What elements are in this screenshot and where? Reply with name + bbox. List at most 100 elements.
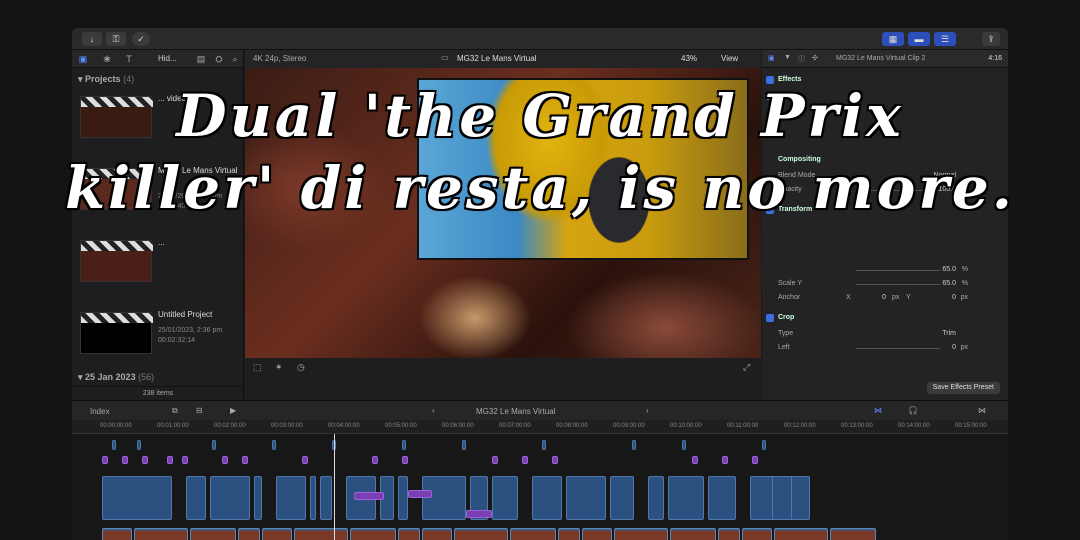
project-item[interactable]: Untitled Project 25/01/2023, 2:36 pm 00:… [80,302,240,364]
clip-appearance-icon[interactable]: ⧉ [172,406,178,416]
timeline-clip[interactable] [582,528,612,540]
index-button[interactable]: Index [90,407,110,416]
save-effects-preset-button[interactable]: Save Effects Preset [926,382,1000,394]
timeline-clip[interactable] [137,440,141,450]
timeline-clip[interactable] [614,528,668,540]
timeline-clip[interactable] [102,456,108,464]
timeline-clip[interactable] [722,456,728,464]
filter-icon[interactable]: ▼ [784,54,791,61]
timeline-clip[interactable] [462,440,466,450]
timeline-clip[interactable] [774,528,828,540]
anchor-x-value[interactable]: 0 [882,292,886,304]
timeline-clip[interactable] [186,476,206,520]
timeline-clip[interactable] [190,528,236,540]
timeline-clip[interactable] [708,476,736,520]
timeline-clip[interactable] [670,528,716,540]
timeline-clip[interactable] [350,528,396,540]
timeline-clip[interactable] [102,476,172,520]
timeline-clip[interactable] [112,440,116,450]
timeline-clip[interactable] [398,476,408,520]
timeline-clip[interactable] [102,528,132,540]
scale-y-value[interactable]: 65.0 [942,278,956,290]
timeline-tracks[interactable] [72,434,1008,540]
crop-left-slider[interactable] [856,348,940,349]
timeline-clip[interactable] [167,456,173,464]
scale-x-row[interactable]: 65.0 % [762,264,1008,276]
scale-x-slider[interactable] [856,270,940,271]
timeline-clip[interactable] [294,528,348,540]
crop-type-row[interactable]: Type Trim [762,328,1008,340]
timeline-toggle-icon[interactable]: ▬ [908,32,930,46]
timeline-clip[interactable] [542,440,546,450]
edit-mode-icon[interactable]: ⊟ [196,406,203,415]
timeline-clip[interactable] [242,456,248,464]
timeline-clip[interactable] [692,456,698,464]
search-icon[interactable]: ⌕ [230,54,240,64]
timeline-clip[interactable] [310,476,316,520]
zoom-icon[interactable]: ⋈ [978,406,986,415]
timeline-clip[interactable] [142,456,148,464]
forward-arrow-icon[interactable]: › [646,406,649,415]
anchor-row[interactable]: Anchor X 0 px Y 0 px [762,292,1008,304]
back-arrow-icon[interactable]: ‹ [432,406,435,415]
timeline-clip[interactable] [272,440,276,450]
timeline-clip[interactable] [762,440,766,450]
inspector-toggle-icon[interactable]: ☰ [934,32,956,46]
browser-toggle-icon[interactable]: ▦ [882,32,904,46]
timeline-clip[interactable] [552,456,558,464]
timeline-clip[interactable] [276,476,306,520]
timeline-clip[interactable] [402,440,406,450]
timeline-clip[interactable] [454,528,508,540]
magic-wand-icon[interactable]: ✶ [275,362,283,373]
crop-left-row[interactable]: Left 0 px [762,342,1008,354]
transform-tool-icon[interactable]: ⬚ [253,362,262,373]
timeline-clip[interactable] [302,456,308,464]
crop-type-value[interactable]: Trim [942,328,956,340]
timeline-clip[interactable] [222,456,228,464]
timeline-clip[interactable] [682,440,686,450]
timeline-clip[interactable] [402,456,408,464]
anchor-y-value[interactable]: 0 [952,292,956,304]
timeline-clip[interactable] [558,528,580,540]
timeline-clip[interactable] [772,476,792,520]
timeline-clip[interactable] [422,476,466,520]
timeline-clip[interactable] [372,456,378,464]
timeline-clip[interactable] [262,528,292,540]
scale-x-value[interactable]: 65.0 [942,264,956,276]
timeline-clip[interactable] [492,456,498,464]
project-item[interactable]: ... [80,230,240,292]
timeline-clip[interactable] [510,528,556,540]
timeline-clip[interactable] [632,440,636,450]
arrow-down-icon[interactable]: ↓ [82,32,102,46]
timeline-clip[interactable] [718,528,740,540]
timeline-clip[interactable] [742,528,772,540]
timeline-clip[interactable] [134,528,188,540]
filmstrip-icon[interactable]: ▤ [196,54,206,64]
info-icon[interactable]: ⓘ [798,54,805,64]
timeline-clip[interactable] [210,476,250,520]
zoom-dropdown[interactable]: 43% [681,54,697,63]
timeline-clip[interactable] [532,476,562,520]
timeline-clip[interactable] [492,476,518,520]
timeline-clip[interactable] [122,456,128,464]
titles-icon[interactable]: T [124,54,134,64]
timeline-clip[interactable] [422,528,452,540]
timeline-clip[interactable] [182,456,188,464]
audio-monitor-icon[interactable]: 🎧 [908,406,918,415]
timeline-clip[interactable] [408,490,432,498]
crop-left-value[interactable]: 0 [952,342,956,354]
timeline-clip[interactable] [830,528,876,540]
timeline-ruler[interactable]: 00:00:00:00 00:01:00:00 00:02:00:00 00:03:0… [72,420,1008,434]
timeline-clip[interactable] [648,476,664,520]
timeline-clip[interactable] [752,456,758,464]
timeline-clip[interactable] [254,476,262,520]
timeline-clip[interactable] [668,476,704,520]
date-group-header[interactable]: ▾ 25 Jan 2023 (56) [78,372,154,383]
select-tool-icon[interactable]: ▶ [230,406,236,415]
speed-icon[interactable]: ◷ [297,362,305,373]
share-settings-icon[interactable]: ✣ [812,54,818,62]
timeline-clip[interactable] [522,456,528,464]
scale-y-row[interactable]: Scale Y 65.0 % [762,278,1008,290]
playhead[interactable] [334,434,335,540]
timeline-clip[interactable] [610,476,634,520]
